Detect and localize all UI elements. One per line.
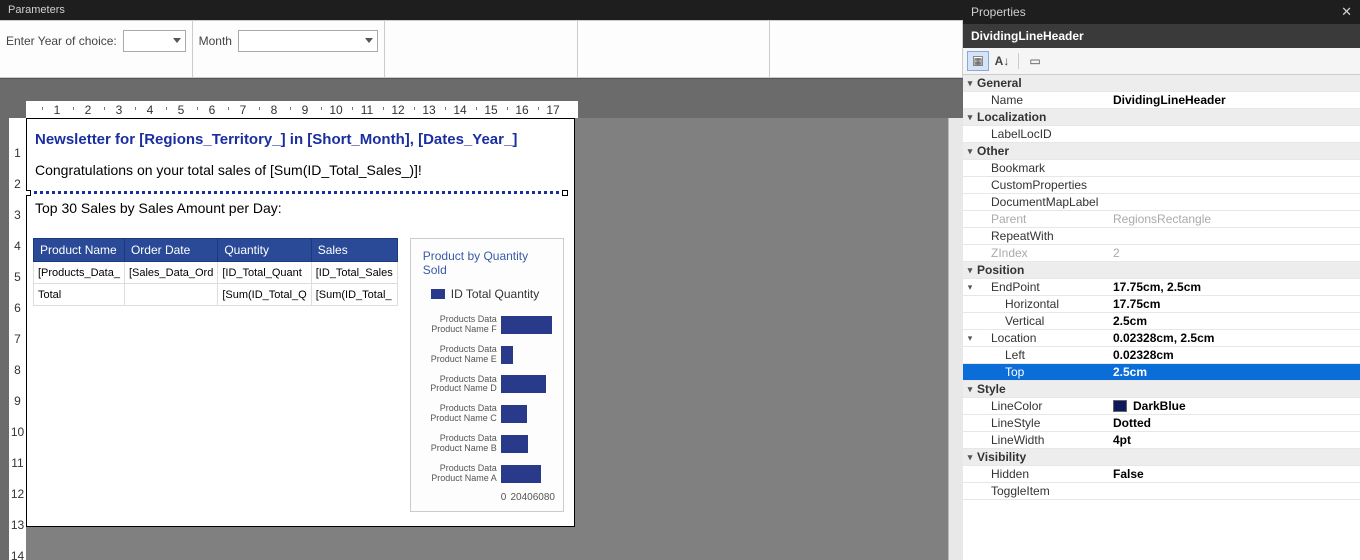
param-cell-empty-2 bbox=[577, 20, 771, 78]
property-row[interactable]: LineStyleDotted bbox=[963, 415, 1360, 432]
categorize-icon: ▦ bbox=[973, 56, 983, 66]
property-row[interactable]: CustomProperties bbox=[963, 177, 1360, 194]
property-category[interactable]: ▾Position bbox=[963, 262, 1360, 279]
properties-header: Properties ✕ bbox=[963, 0, 1360, 24]
table-row[interactable]: Total[Sum(ID_Total_Q[Sum(ID_Total_ bbox=[34, 284, 398, 306]
property-row[interactable]: ToggleItem bbox=[963, 483, 1360, 500]
param-cell-month: Month bbox=[192, 20, 386, 78]
param-cell-empty-1 bbox=[384, 20, 578, 78]
legend-label: ID Total Quantity bbox=[451, 287, 540, 301]
param-label-year: Enter Year of choice: bbox=[6, 34, 117, 48]
subheading-text[interactable]: Top 30 Sales by Sales Amount per Day: bbox=[27, 196, 574, 238]
categorized-button[interactable]: ▦ bbox=[967, 51, 989, 71]
property-category[interactable]: ▾Style bbox=[963, 381, 1360, 398]
property-row[interactable]: ▾EndPoint17.75cm, 2.5cm bbox=[963, 279, 1360, 296]
param-input-month[interactable] bbox=[238, 30, 378, 52]
table-header[interactable]: Quantity bbox=[218, 239, 311, 262]
property-row[interactable]: ParentRegionsRectangle bbox=[963, 211, 1360, 228]
design-canvas[interactable]: Newsletter for [Regions_Territory_] in [… bbox=[26, 118, 948, 560]
property-row[interactable]: DocumentMapLabel bbox=[963, 194, 1360, 211]
line-handle-left[interactable] bbox=[26, 190, 31, 196]
collapse-icon[interactable]: ▾ bbox=[963, 109, 977, 125]
properties-title: Properties bbox=[971, 5, 1026, 19]
page-icon: ▭ bbox=[1029, 54, 1040, 68]
property-row[interactable]: Vertical2.5cm bbox=[963, 313, 1360, 330]
chart-bar-row: Products Data Product Name C bbox=[423, 404, 555, 424]
sales-table[interactable]: Product NameOrder DateQuantitySales [Pro… bbox=[33, 238, 398, 306]
property-row[interactable]: HiddenFalse bbox=[963, 466, 1360, 483]
param-label-month: Month bbox=[199, 34, 232, 48]
table-row[interactable]: [Products_Data_[Sales_Data_Ord[ID_Total_… bbox=[34, 262, 398, 284]
properties-toolbar: ▦ A↓ ▭ bbox=[963, 48, 1360, 75]
property-row[interactable]: RepeatWith bbox=[963, 228, 1360, 245]
property-category[interactable]: ▾Visibility bbox=[963, 449, 1360, 466]
chart-title: Product by Quantity Sold bbox=[423, 249, 555, 277]
chart-bars: Products Data Product Name F Products Dat… bbox=[423, 315, 555, 484]
newsletter-title[interactable]: Newsletter for [Regions_Territory_] in [… bbox=[27, 125, 574, 156]
chevron-down-icon bbox=[365, 38, 373, 44]
parameters-body: Enter Year of choice: Month bbox=[0, 21, 963, 79]
chart-bar-row: Products Data Product Name D bbox=[423, 375, 555, 395]
vertical-ruler: 1234567891011121314 bbox=[9, 118, 26, 560]
congrats-text[interactable]: Congratulations on your total sales of [… bbox=[27, 156, 574, 191]
close-icon[interactable]: ✕ bbox=[1341, 4, 1352, 20]
table-header[interactable]: Sales bbox=[311, 239, 397, 262]
alphabetical-button[interactable]: A↓ bbox=[991, 51, 1013, 71]
property-row[interactable]: Bookmark bbox=[963, 160, 1360, 177]
property-category[interactable]: ▾Localization bbox=[963, 109, 1360, 126]
property-row[interactable]: Top2.5cm bbox=[963, 364, 1360, 381]
properties-grid[interactable]: ▾GeneralNameDividingLineHeader▾Localizat… bbox=[963, 75, 1360, 560]
chart-bar-row: Products Data Product Name F bbox=[423, 315, 555, 335]
chart-box[interactable]: Product by Quantity Sold ID Total Quanti… bbox=[410, 238, 564, 512]
color-swatch-icon bbox=[1113, 400, 1127, 412]
collapse-icon[interactable]: ▾ bbox=[963, 381, 977, 397]
collapse-icon[interactable]: ▾ bbox=[963, 449, 977, 465]
property-row[interactable]: Horizontal17.75cm bbox=[963, 296, 1360, 313]
properties-object-name[interactable]: DividingLineHeader bbox=[963, 24, 1360, 48]
horizontal-ruler: 1234567891011121314151617 bbox=[26, 101, 578, 118]
property-category[interactable]: ▾General bbox=[963, 75, 1360, 92]
chart-legend: ID Total Quantity bbox=[431, 287, 555, 301]
vertical-scrollbar[interactable] bbox=[948, 118, 963, 560]
collapse-icon[interactable]: ▾ bbox=[963, 143, 977, 159]
property-row[interactable]: Left0.02328cm bbox=[963, 347, 1360, 364]
chart-x-axis: 020406080 bbox=[501, 492, 555, 503]
chart-bar-row: Products Data Product Name A bbox=[423, 464, 555, 484]
param-cell-year: Enter Year of choice: bbox=[0, 20, 193, 78]
legend-swatch-icon bbox=[431, 289, 445, 299]
param-cell-empty-3 bbox=[769, 20, 963, 78]
property-row[interactable]: NameDividingLineHeader bbox=[963, 92, 1360, 109]
param-input-year[interactable] bbox=[123, 30, 186, 52]
collapse-icon[interactable]: ▾ bbox=[963, 262, 977, 278]
collapse-icon[interactable]: ▾ bbox=[963, 75, 977, 91]
property-row[interactable]: ▾Location0.02328cm, 2.5cm bbox=[963, 330, 1360, 347]
table-header[interactable]: Product Name bbox=[34, 239, 125, 262]
sort-icon: A↓ bbox=[995, 54, 1010, 68]
parameters-header: Parameters bbox=[0, 0, 963, 21]
property-row[interactable]: LineWidth4pt bbox=[963, 432, 1360, 449]
table-header[interactable]: Order Date bbox=[124, 239, 217, 262]
property-category[interactable]: ▾Other bbox=[963, 143, 1360, 160]
chevron-down-icon bbox=[173, 38, 181, 44]
property-row[interactable]: ZIndex2 bbox=[963, 245, 1360, 262]
line-handle-right[interactable] bbox=[562, 190, 568, 196]
chart-bar-row: Products Data Product Name E bbox=[423, 345, 555, 365]
property-row[interactable]: LineColorDarkBlue bbox=[963, 398, 1360, 415]
dividing-line-header[interactable] bbox=[27, 191, 566, 194]
property-row[interactable]: LabelLocID bbox=[963, 126, 1360, 143]
report-page[interactable]: Newsletter for [Regions_Territory_] in [… bbox=[26, 118, 575, 527]
property-pages-button[interactable]: ▭ bbox=[1024, 51, 1046, 71]
chart-bar-row: Products Data Product Name B bbox=[423, 434, 555, 454]
